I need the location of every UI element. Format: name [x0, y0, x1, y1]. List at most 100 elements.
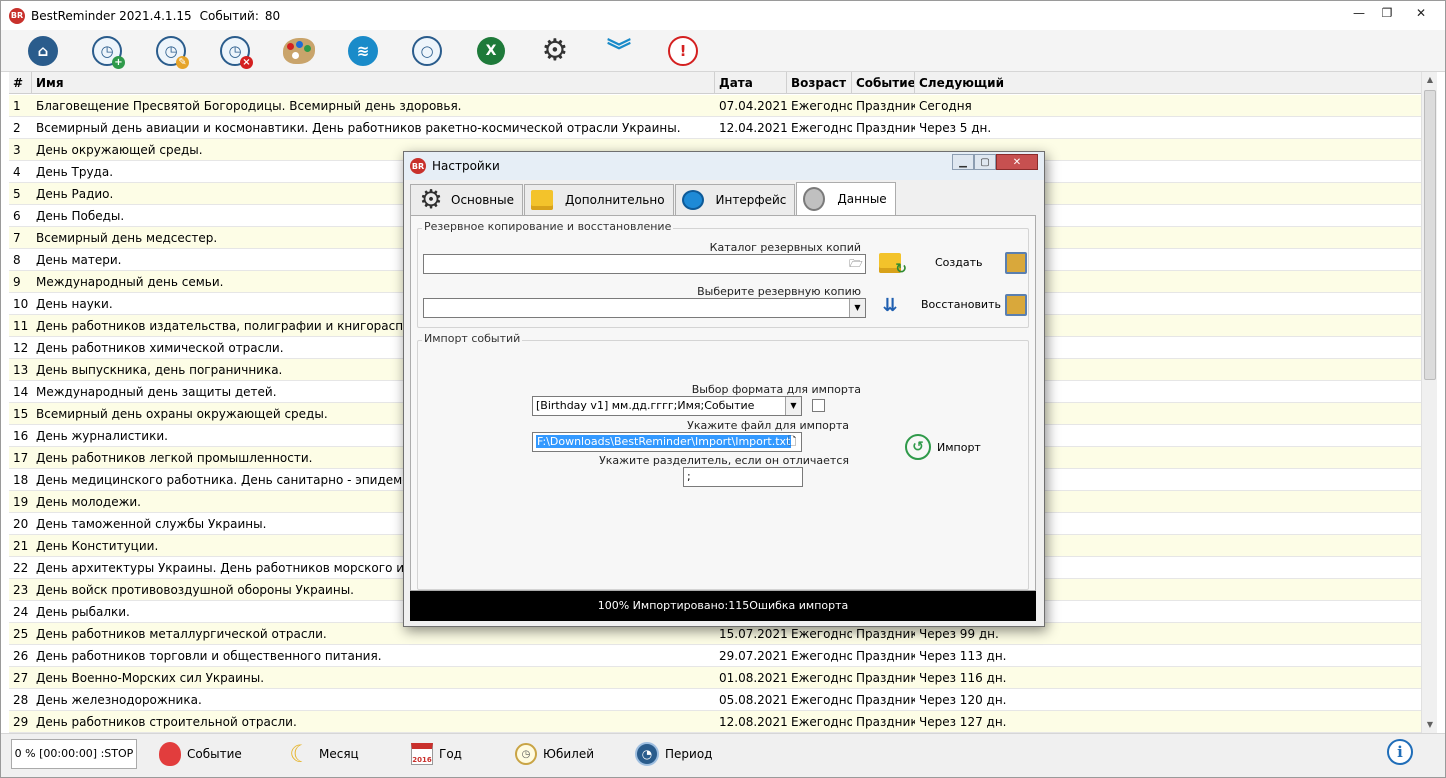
folder-open-icon[interactable]: 🗁: [847, 255, 865, 273]
search-button[interactable]: ○: [409, 33, 445, 69]
cell-num: 17: [13, 451, 29, 465]
dialog-logo-icon: BR: [410, 158, 426, 174]
import-format-label: Выбор формата для импорта: [691, 383, 861, 396]
import-format-checkbox[interactable]: [812, 399, 825, 412]
filter-period-button[interactable]: ◔ Период: [635, 738, 712, 770]
cell-num: 10: [13, 297, 29, 311]
backup-catalog-input[interactable]: 🗁: [423, 254, 866, 274]
import-file-value: F:\Downloads\BestReminder\Import\Import.…: [536, 435, 792, 448]
cell-date: 12.08.2021: [719, 715, 787, 729]
collapse-button[interactable]: ︾: [601, 33, 637, 69]
backup-folder-button[interactable]: [877, 250, 907, 277]
layers-button[interactable]: ≋: [345, 33, 381, 69]
settings-dialog: BR Настройки ▁ ▢ ✕ ⚙ Основные Дополнител…: [403, 151, 1045, 627]
create-backup-icon-button[interactable]: [1003, 250, 1029, 276]
table-row[interactable]: 28 День железнодорожника. 05.08.2021 Ежегод…: [9, 689, 1421, 711]
restore-backup-button[interactable]: Восстановить: [921, 298, 1001, 311]
filter-jubilee-label: Юбилей: [543, 747, 595, 761]
window-title: BestReminder 2021.4.1.15: [31, 8, 192, 23]
cell-num: 21: [13, 539, 29, 553]
dialog-close-icon[interactable]: ✕: [996, 154, 1038, 170]
file-browse-icon[interactable]: 🗋: [783, 433, 801, 451]
restore-icon[interactable]: ❐: [1373, 3, 1401, 23]
edit-event-button[interactable]: ◷ ✎: [153, 33, 189, 69]
choose-backup-select[interactable]: ▼: [423, 298, 866, 318]
add-event-button[interactable]: ◷ +: [89, 33, 125, 69]
cell-type: Праздник: [856, 715, 915, 729]
dialog-maximize-icon[interactable]: ▢: [974, 154, 996, 170]
col-header-num[interactable]: #: [9, 72, 32, 94]
filter-year-button[interactable]: 2016 Год: [411, 738, 462, 770]
filter-month-button[interactable]: ☾ Месяц: [287, 738, 359, 770]
cell-num: 22: [13, 561, 29, 575]
cell-next: Через 5 дн.: [919, 121, 992, 135]
table-scrollbar[interactable]: ▲ ▼: [1421, 72, 1437, 733]
warning-button[interactable]: !: [665, 33, 701, 69]
table-header: # Имя Дата Возраст Событие Следующий: [9, 72, 1421, 94]
filter-event-label: Событие: [187, 747, 242, 761]
cell-num: 29: [13, 715, 29, 729]
create-backup-button[interactable]: Создать: [935, 256, 983, 269]
cell-num: 5: [13, 187, 21, 201]
filter-event-button[interactable]: Событие: [159, 738, 242, 770]
filter-jubilee-button[interactable]: ◷ Юбилей: [515, 738, 594, 770]
warning-icon: !: [668, 36, 698, 66]
col-header-next[interactable]: Следующий: [915, 72, 1421, 94]
home-button[interactable]: ⌂: [25, 33, 61, 69]
sort-backup-button[interactable]: ⇊: [877, 292, 903, 318]
filter-year-label: Год: [439, 747, 462, 761]
delete-event-button[interactable]: ◷ ×: [217, 33, 253, 69]
sort-down-icon: ⇊: [882, 294, 898, 316]
status-bar: 0 % [00:00:00] :STOP Событие ☾ Месяц 201…: [1, 733, 1445, 777]
close-icon[interactable]: ✕: [1401, 3, 1441, 23]
minimize-icon[interactable]: —: [1345, 3, 1373, 23]
cell-name: День работников торговли и общественного…: [36, 649, 382, 663]
dialog-title: Настройки: [432, 159, 500, 173]
tab-basic[interactable]: ⚙ Основные: [410, 184, 524, 215]
cell-name: Всемирный день авиации и космонавтики. Д…: [36, 121, 681, 135]
cell-num: 4: [13, 165, 21, 179]
tab-basic-label: Основные: [451, 193, 515, 207]
col-header-age[interactable]: Возраст: [787, 72, 852, 94]
dialog-title-bar: BR Настройки ▁ ▢ ✕: [404, 152, 1044, 180]
scroll-thumb[interactable]: [1424, 90, 1436, 380]
cell-num: 7: [13, 231, 21, 245]
cell-age: Ежегодно: [791, 121, 852, 135]
import-button[interactable]: ↺ Импорт: [905, 434, 981, 460]
scroll-down-icon[interactable]: ▼: [1422, 717, 1438, 733]
table-row[interactable]: 1 Благовещение Пресвятой Богородицы. Всем…: [9, 95, 1421, 117]
settings-button[interactable]: ⚙: [537, 33, 573, 69]
col-header-name[interactable]: Имя: [32, 72, 715, 94]
col-header-date[interactable]: Дата: [715, 72, 787, 94]
tab-data[interactable]: Данные: [796, 182, 896, 215]
table-row[interactable]: 27 День Военно-Морских сил Украины. 01.08.…: [9, 667, 1421, 689]
cell-num: 25: [13, 627, 29, 641]
title-bar: BR BestReminder 2021.4.1.15 Событий: 80 …: [1, 1, 1445, 30]
import-history-icon: ↺: [905, 434, 931, 460]
tab-additional[interactable]: Дополнительно: [524, 184, 674, 215]
cell-type: Праздник: [856, 99, 915, 113]
palette-button[interactable]: [281, 33, 317, 69]
cell-date: 29.07.2021: [719, 649, 787, 663]
dropdown-arrow-icon[interactable]: ▼: [849, 299, 865, 317]
info-icon[interactable]: i: [1387, 739, 1413, 765]
table-row[interactable]: 29 День работников строительной отрасли. 1…: [9, 711, 1421, 733]
restore-backup-icon-button[interactable]: [1003, 292, 1029, 318]
import-file-input[interactable]: F:\Downloads\BestReminder\Import\Import.…: [532, 432, 802, 452]
format-dropdown-arrow-icon[interactable]: ▼: [785, 397, 801, 415]
database-icon: [803, 187, 826, 211]
excel-icon: X: [477, 37, 505, 65]
period-clock-icon: ◔: [635, 742, 659, 766]
home-icon: ⌂: [28, 36, 58, 66]
table-row[interactable]: 2 Всемирный день авиации и космонавтики. …: [9, 117, 1421, 139]
import-format-select[interactable]: [Birthday v1] мм.дд.гггг;Имя;Событие ▼: [532, 396, 802, 416]
separator-input[interactable]: ;: [683, 467, 803, 487]
dialog-minimize-icon[interactable]: ▁: [952, 154, 974, 170]
tab-interface[interactable]: Интерфейс: [674, 184, 796, 215]
table-row[interactable]: 26 День работников торговли и общественно…: [9, 645, 1421, 667]
col-header-type[interactable]: Событие: [852, 72, 915, 94]
cell-date: 07.04.2021: [719, 99, 787, 113]
cell-name: День работников строительной отрасли.: [36, 715, 297, 729]
excel-export-button[interactable]: X: [473, 33, 509, 69]
scroll-up-icon[interactable]: ▲: [1422, 72, 1438, 88]
